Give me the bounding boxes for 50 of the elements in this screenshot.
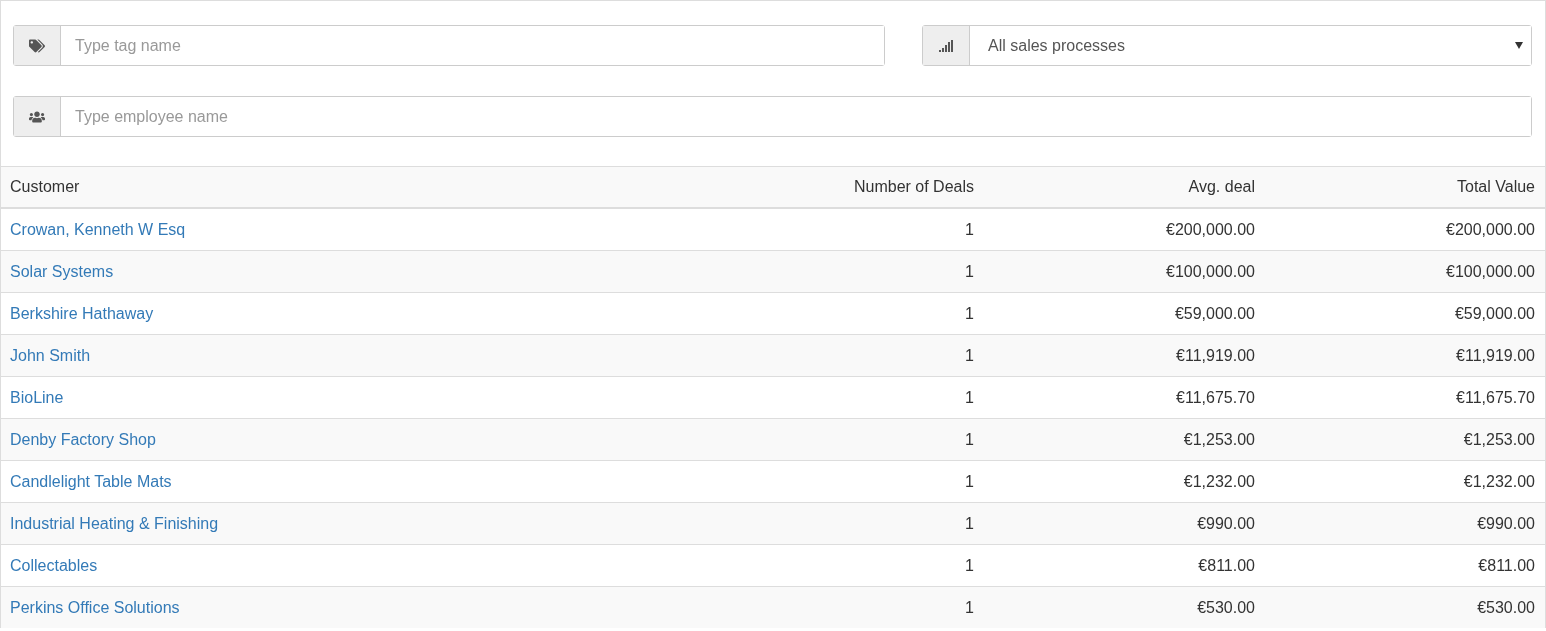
deals-count: 1 — [965, 304, 974, 323]
total-value: €530.00 — [1477, 598, 1535, 617]
avg-deal-value: €1,253.00 — [1183, 430, 1255, 449]
total-value: €100,000.00 — [1446, 262, 1535, 281]
avg-deal-value: €11,675.70 — [1176, 388, 1255, 407]
customer-link[interactable]: Candlelight Table Mats — [10, 472, 172, 491]
avg-deal-value: €811.00 — [1198, 556, 1255, 575]
column-header: Avg. deal — [1188, 178, 1255, 196]
customer-link[interactable]: John Smith — [10, 346, 91, 365]
avg-deal-value: €200,000.00 — [1166, 220, 1255, 239]
column-header: Number of Deals — [853, 178, 974, 196]
avg-deal-value: €100,000.00 — [1166, 262, 1255, 281]
deals-count: 1 — [965, 220, 974, 239]
total-value: €811.00 — [1478, 556, 1535, 575]
tag-field[interactable]: Type tag name — [13, 25, 885, 66]
customer-link[interactable]: Berkshire Hathaway — [10, 304, 154, 323]
customer-link[interactable]: Industrial Heating & Finishing — [10, 514, 219, 533]
total-value: €200,000.00 — [1446, 220, 1535, 239]
avg-deal-value: €59,000.00 — [1174, 304, 1255, 323]
deals-count: 1 — [965, 388, 974, 407]
deals-count: 1 — [965, 430, 974, 449]
total-value: €1,253.00 — [1463, 430, 1535, 449]
deals-count: 1 — [965, 598, 974, 617]
avg-deal-value: €990.00 — [1197, 514, 1255, 533]
customer-link[interactable]: BioLine — [10, 388, 64, 407]
deals-count: 1 — [965, 472, 974, 491]
deals-count: 1 — [965, 262, 974, 281]
customer-link[interactable]: Collectables — [10, 556, 98, 575]
avg-deal-value: €11,919.00 — [1176, 346, 1255, 365]
sales-process-select[interactable]: All sales processes — [922, 25, 1532, 66]
caret-icon — [1515, 42, 1523, 49]
deals-count: 1 — [965, 556, 974, 575]
customer-link[interactable]: Denby Factory Shop — [10, 430, 156, 449]
customer-link[interactable]: Perkins Office Solutions — [10, 598, 180, 617]
tags-icon — [29, 37, 45, 54]
total-value: €990.00 — [1477, 514, 1535, 533]
deals-count: 1 — [965, 346, 974, 365]
total-value: €1,232.00 — [1463, 472, 1535, 491]
column-header: Customer — [10, 178, 80, 196]
customer-link[interactable]: Solar Systems — [10, 262, 114, 281]
employee-field[interactable]: Type employee name — [13, 96, 1532, 137]
avg-deal-value: €1,232.00 — [1183, 472, 1255, 491]
column-header: Total Value — [1457, 178, 1535, 196]
deals-count: 1 — [965, 514, 974, 533]
total-value: €11,675.70 — [1456, 388, 1535, 407]
avg-deal-value: €530.00 — [1197, 598, 1255, 617]
total-value: €59,000.00 — [1454, 304, 1535, 323]
signal-bars-icon — [939, 39, 953, 52]
customer-link[interactable]: Crowan, Kenneth W Esq — [10, 220, 186, 239]
total-value: €11,919.00 — [1456, 346, 1535, 365]
